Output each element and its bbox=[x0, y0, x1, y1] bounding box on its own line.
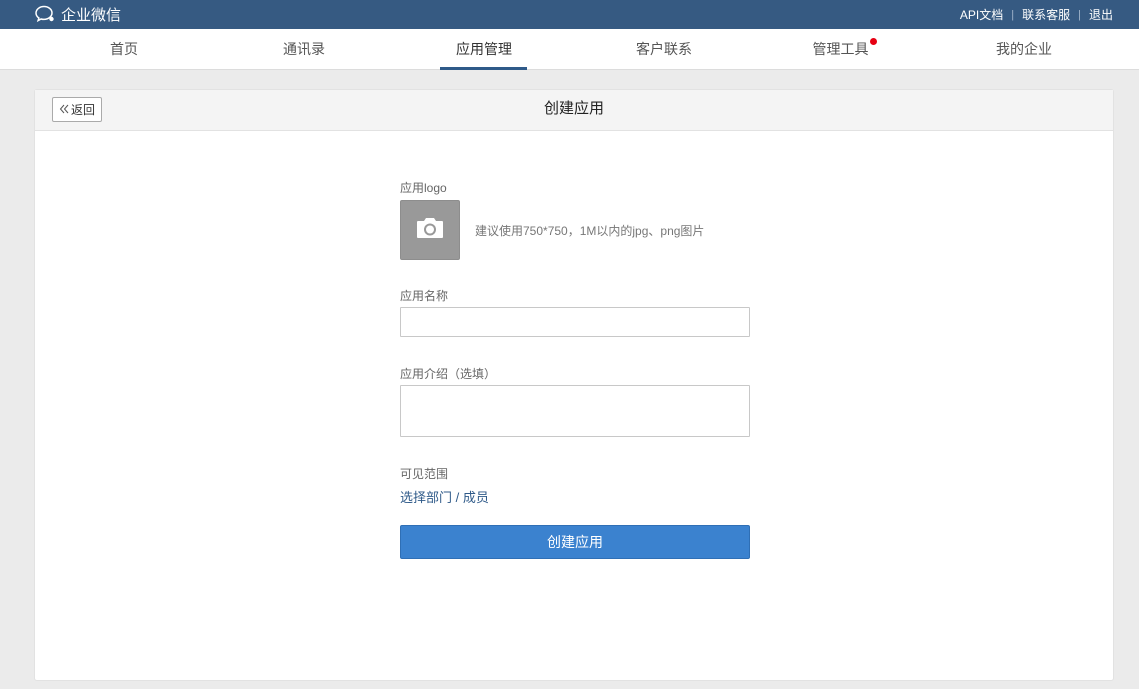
active-tab-indicator bbox=[440, 67, 527, 70]
app-name-input[interactable] bbox=[400, 307, 750, 337]
brand-logo[interactable]: 企业微信 bbox=[34, 4, 121, 24]
app-intro-label: 应用介绍（选填） bbox=[400, 367, 497, 381]
nav-item-management-tools[interactable]: 管理工具 bbox=[754, 29, 934, 69]
nav-item-home[interactable]: 首页 bbox=[34, 29, 214, 69]
brand-name: 企业微信 bbox=[61, 6, 122, 24]
logo-hint: 建议使用750*750，1M以内的jpg、png图片 bbox=[475, 224, 705, 238]
create-app-panel: 创建应用 返回 应用logo 建议使用750*750，1M以内的jpg、png图… bbox=[34, 89, 1114, 681]
nav-label: 我的企业 bbox=[996, 41, 1052, 57]
chat-bubble-icon bbox=[34, 5, 56, 23]
create-app-button[interactable]: 创建应用 bbox=[400, 525, 750, 559]
nav-label: 通讯录 bbox=[283, 41, 325, 57]
nav-item-customer-contact[interactable]: 客户联系 bbox=[574, 29, 754, 69]
nav-label: 首页 bbox=[110, 41, 138, 57]
logo-label: 应用logo bbox=[400, 181, 447, 195]
back-label: 返回 bbox=[70, 103, 95, 117]
nav-item-my-enterprise[interactable]: 我的企业 bbox=[934, 29, 1114, 69]
main-nav: 首页 通讯录 应用管理 客户联系 管理工具 我的企业 bbox=[0, 29, 1139, 70]
contact-support-link[interactable]: 联系客服 bbox=[1022, 6, 1070, 23]
top-bar: 企业微信 API文档 | 联系客服 | 退出 bbox=[0, 0, 1139, 29]
double-chevron-left-icon bbox=[59, 103, 69, 117]
logo-upload-button[interactable] bbox=[400, 200, 460, 260]
panel-header: 创建应用 返回 bbox=[35, 90, 1113, 131]
app-intro-textarea[interactable] bbox=[400, 385, 750, 437]
nav-label: 管理工具 bbox=[812, 41, 869, 57]
notification-dot-icon bbox=[869, 38, 877, 45]
top-links: API文档 | 联系客服 | 退出 bbox=[960, 6, 1113, 23]
camera-icon bbox=[415, 216, 445, 245]
api-docs-link[interactable]: API文档 bbox=[960, 6, 1003, 23]
logout-link[interactable]: 退出 bbox=[1089, 6, 1113, 23]
visibility-scope-label: 可见范围 bbox=[400, 467, 449, 481]
app-name-label: 应用名称 bbox=[400, 289, 449, 303]
back-button[interactable]: 返回 bbox=[52, 97, 102, 122]
select-departments-members-link[interactable]: 选择部门 / 成员 bbox=[400, 487, 489, 506]
nav-item-contacts[interactable]: 通讯录 bbox=[214, 29, 394, 69]
nav-item-app-management[interactable]: 应用管理 bbox=[394, 29, 574, 70]
divider: | bbox=[1078, 8, 1081, 21]
divider: | bbox=[1011, 8, 1015, 21]
nav-label: 客户联系 bbox=[636, 41, 692, 57]
nav-label: 应用管理 bbox=[456, 41, 512, 57]
page-title: 创建应用 bbox=[543, 100, 604, 117]
